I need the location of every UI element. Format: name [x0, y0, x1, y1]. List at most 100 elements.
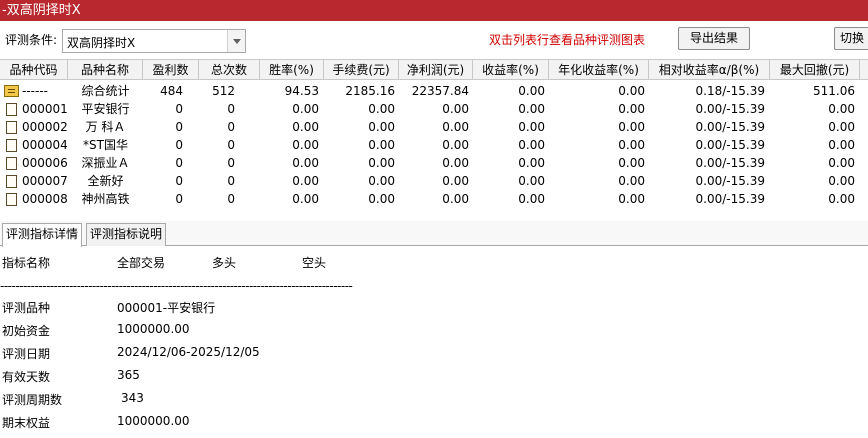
cell-annual: 0.00 — [618, 156, 645, 170]
tab-indicator-explanation[interactable]: 评测指标说明 — [86, 223, 167, 246]
cell-ret: 0.00 — [518, 156, 545, 170]
cell-drawdown: 0.00 — [828, 156, 855, 170]
detail-header-name: 指标名称 — [2, 256, 51, 270]
cell-total: 512 — [212, 84, 235, 98]
cell-total: 0 — [227, 192, 235, 206]
detail-value: 000001-平安银行 — [117, 301, 216, 315]
cell-winrate: 94.53 — [284, 84, 319, 98]
table-row[interactable]: 000002 万 科Ａ 0 0 0.00 0.00 0.00 0.00 0.00 0.00/-15… — [0, 118, 868, 136]
header-return[interactable]: 收益率(%) — [473, 60, 549, 80]
cell-relative: 0.00/-15.39 — [695, 102, 765, 116]
cell-win: 0 — [175, 192, 183, 206]
document-icon — [6, 175, 17, 188]
export-button[interactable]: 导出结果 — [678, 27, 750, 50]
cell-winrate: 0.00 — [292, 192, 319, 206]
chevron-down-icon[interactable] — [227, 30, 245, 52]
cell-annual: 0.00 — [618, 102, 645, 116]
cell-code: 000007 — [2, 172, 68, 190]
document-icon — [6, 139, 17, 152]
table-row[interactable]: 000004 *ST国华 0 0 0.00 0.00 0.00 0.00 0.00 0.00/-1… — [0, 136, 868, 154]
tab-indicator-details[interactable]: 评测指标详情 — [2, 223, 83, 247]
document-icon — [6, 103, 17, 116]
cell-annual: 0.00 — [618, 174, 645, 188]
toolbar: 评测条件: 双高阴择时X 双击列表行查看品种评测图表 导出结果 切换到 — [0, 21, 868, 59]
cell-relative: 0.18/-15.39 — [695, 84, 765, 98]
switch-button[interactable]: 切换到 — [834, 27, 868, 50]
detail-panel: 指标名称 全部交易 多头 空头 ------------------------… — [0, 247, 868, 438]
table-row[interactable]: 000006 深振业Ａ 0 0 0.00 0.00 0.00 0.00 0.00 0.00/-15… — [0, 154, 868, 172]
cell-name: 平安银行 — [81, 102, 130, 116]
cell-win: 0 — [175, 156, 183, 170]
table-row[interactable]: 000007 全新好 0 0 0.00 0.00 0.00 0.00 0.00 0.00/-15.… — [0, 172, 868, 190]
cell-fee: 2185.16 — [345, 84, 395, 98]
cell-winrate: 0.00 — [292, 120, 319, 134]
header-wins[interactable]: 盈利数 — [143, 60, 199, 80]
table-row[interactable]: 000008 神州高铁 0 0 0.00 0.00 0.00 0.00 0.00 0.00/-15… — [0, 190, 868, 208]
cell-code-text: 000007 — [22, 174, 68, 188]
cell-relative: 0.00/-15.39 — [695, 174, 765, 188]
cell-drawdown: 0.00 — [828, 192, 855, 206]
condition-select[interactable]: 双高阴择时X — [62, 29, 246, 53]
cell-fee: 0.00 — [368, 192, 395, 206]
header-annual-return[interactable]: 年化收益率(%) — [549, 60, 649, 80]
detail-header-long: 多头 — [212, 256, 237, 270]
cell-ret: 0.00 — [518, 192, 545, 206]
detail-value: 2024/12/06-2025/12/05 — [117, 345, 260, 359]
cell-win: 0 — [175, 120, 183, 134]
summary-icon — [4, 85, 19, 97]
detail-label: 期末权益 — [2, 416, 51, 430]
cell-name: 综合统计 — [81, 84, 130, 98]
cell-relative: 0.00/-15.39 — [695, 138, 765, 152]
detail-value: 365 — [117, 368, 140, 382]
table-row[interactable]: ------ 综合统计 484 512 94.53 2185.16 22357.84 0.00… — [0, 82, 868, 100]
detail-value: 1000000.00 — [117, 322, 190, 336]
header-name[interactable]: 品种名称 — [68, 60, 143, 80]
cell-drawdown: 511.06 — [813, 84, 855, 98]
detail-header-short: 空头 — [302, 256, 327, 270]
cell-fee: 0.00 — [368, 156, 395, 170]
cell-total: 0 — [227, 156, 235, 170]
header-total[interactable]: 总次数 — [199, 60, 260, 80]
cell-code: 000001 — [2, 100, 68, 118]
header-winrate[interactable]: 胜率(%) — [260, 60, 324, 80]
detail-label: 评测日期 — [2, 347, 51, 361]
cell-name: *ST国华 — [83, 138, 128, 152]
cell-win: 0 — [175, 174, 183, 188]
cell-ret: 0.00 — [518, 138, 545, 152]
table-row[interactable]: 000001 平安银行 0 0 0.00 0.00 0.00 0.00 0.00 0.00/-15… — [0, 100, 868, 118]
cell-ret: 0.00 — [518, 174, 545, 188]
cell-winrate: 0.00 — [292, 156, 319, 170]
cell-fee: 0.00 — [368, 102, 395, 116]
cell-drawdown: 0.00 — [828, 174, 855, 188]
cell-code: 000008 — [2, 190, 68, 208]
header-max-drawdown[interactable]: 最大回撤(元) — [770, 60, 860, 80]
hint-text: 双击列表行查看品种评测图表 — [489, 33, 646, 47]
cell-winrate: 0.00 — [292, 174, 319, 188]
cell-total: 0 — [227, 102, 235, 116]
cell-annual: 0.00 — [618, 192, 645, 206]
cell-code-text: 000008 — [22, 192, 68, 206]
header-relative-return[interactable]: 相对收益率α/β(%) — [649, 60, 770, 80]
cell-drawdown: 0.00 — [828, 120, 855, 134]
cell-fee: 0.00 — [368, 120, 395, 134]
detail-label: 评测品种 — [2, 301, 51, 315]
cell-ret: 0.00 — [518, 120, 545, 134]
cell-code: 000006 — [2, 154, 68, 172]
detail-label: 初始资金 — [2, 324, 51, 338]
cell-profit: 0.00 — [442, 156, 469, 170]
cell-profit: 0.00 — [442, 120, 469, 134]
header-code[interactable]: 品种代码 — [0, 60, 68, 80]
cell-profit: 0.00 — [442, 174, 469, 188]
condition-label: 评测条件: — [5, 33, 58, 47]
cell-code: 000002 — [2, 118, 68, 136]
cell-name: 万 科Ａ — [85, 120, 126, 134]
cell-code-text: 000002 — [22, 120, 68, 134]
detail-value: 343 — [121, 391, 144, 405]
cell-fee: 0.00 — [368, 138, 395, 152]
cell-relative: 0.00/-15.39 — [695, 156, 765, 170]
result-table: 品种代码 品种名称 盈利数 总次数 胜率(%) 手续费(元) 净利润(元) 收益… — [0, 59, 868, 215]
header-profit[interactable]: 净利润(元) — [399, 60, 473, 80]
document-icon — [6, 193, 17, 206]
cell-annual: 0.00 — [618, 84, 645, 98]
header-fee[interactable]: 手续费(元) — [324, 60, 399, 80]
